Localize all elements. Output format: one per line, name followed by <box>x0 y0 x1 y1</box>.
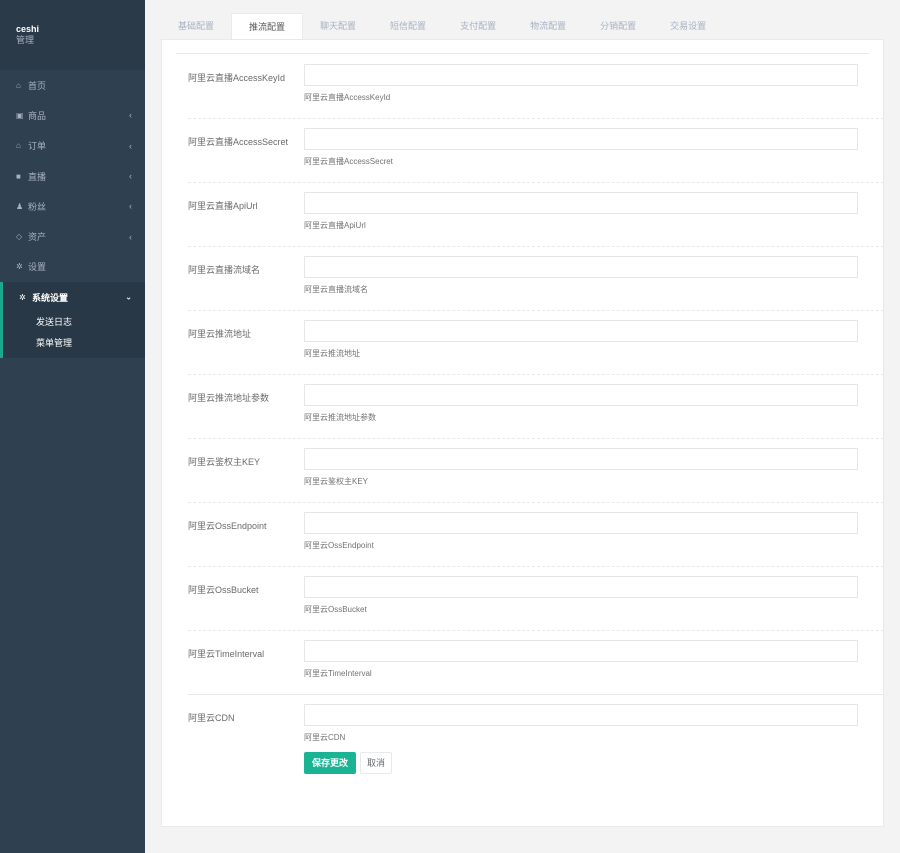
push-url-input[interactable] <box>304 320 858 342</box>
save-button[interactable]: 保存更改 <box>304 752 357 774</box>
sidebar: ceshi 管理 ⌂ 首页 ▣ 商品 ‹ ⌂ 订单 ‹ ■ 直播 ‹ ♟ 粉丝 … <box>0 0 145 853</box>
tab-bar: 基础配置 推流配置 聊天配置 短信配置 支付配置 物流配置 分销配置 交易设置 <box>161 13 723 41</box>
form-row: 阿里云CDN 阿里云CDN <box>188 695 870 759</box>
sidebar-item-home[interactable]: ⌂ 首页 <box>0 70 145 100</box>
form-actions: 保存更改 取消 <box>304 752 393 774</box>
submenu-item-menu-manage[interactable]: 菜单管理 <box>3 333 145 354</box>
cdn-input[interactable] <box>304 704 858 726</box>
field-label: 阿里云直播AccessKeyId <box>188 73 286 83</box>
user-icon: ♟ <box>16 201 24 211</box>
field-label: 阿里云推流地址参数 <box>188 393 270 403</box>
access-secret-input[interactable] <box>304 128 858 150</box>
form-row: 阿里云鉴权主KEY 阿里云鉴权主KEY <box>188 439 884 503</box>
chevron-left-icon: ‹ <box>129 171 132 182</box>
sidebar-item-settings[interactable]: ✲ 设置 <box>0 252 145 282</box>
profile-role: 管理 <box>16 35 35 45</box>
settings-panel: 阿里云直播AccessKeyId 阿里云直播AccessKeyId 阿里云直播A… <box>161 39 884 827</box>
form-row: 阿里云OssBucket 阿里云OssBucket <box>188 567 884 631</box>
access-key-id-input[interactable] <box>304 64 858 86</box>
field-help: 阿里云直播AccessKeyId <box>304 93 391 102</box>
tab-stream-config[interactable]: 推流配置 <box>231 13 304 41</box>
field-help: 阿里云OssEndpoint <box>304 541 374 550</box>
sidebar-item-label: 直播 <box>28 171 47 182</box>
field-help: 阿里云CDN <box>304 733 346 742</box>
video-icon: ■ <box>16 171 21 181</box>
oss-bucket-input[interactable] <box>304 576 858 598</box>
diamond-icon: ◇ <box>16 232 23 242</box>
field-help: 阿里云直播AccessSecret <box>304 157 393 166</box>
field-label: 阿里云鉴权主KEY <box>188 457 261 467</box>
sidebar-nav: ⌂ 首页 ▣ 商品 ‹ ⌂ 订单 ‹ ■ 直播 ‹ ♟ 粉丝 ‹ ◇ 资产 ‹ <box>0 70 145 359</box>
field-help: 阿里云鉴权主KEY <box>304 477 369 486</box>
field-help: 阿里云OssBucket <box>304 605 367 614</box>
chevron-down-icon: ⌄ <box>125 292 132 302</box>
time-interval-input[interactable] <box>304 640 858 662</box>
form-row: 阿里云OssEndpoint 阿里云OssEndpoint <box>188 503 884 567</box>
main-content: 基础配置 推流配置 聊天配置 短信配置 支付配置 物流配置 分销配置 交易设置 … <box>145 0 900 853</box>
tab-logistics-config[interactable]: 物流配置 <box>513 13 583 40</box>
sidebar-item-label: 资产 <box>28 232 47 243</box>
tab-payment-config[interactable]: 支付配置 <box>443 13 513 40</box>
field-label: 阿里云推流地址 <box>188 329 252 339</box>
gear-icon: ✲ <box>19 292 26 302</box>
push-url-params-input[interactable] <box>304 384 858 406</box>
tab-distribution-config[interactable]: 分销配置 <box>583 13 653 40</box>
field-help: 阿里云推流地址参数 <box>304 413 376 422</box>
gear-icon: ✲ <box>16 262 23 272</box>
field-help: 阿里云直播ApiUrl <box>304 221 366 230</box>
home-icon: ⌂ <box>16 80 21 90</box>
sidebar-item-label: 设置 <box>28 262 47 273</box>
bank-icon: ⌂ <box>16 141 21 151</box>
form-row: 阿里云直播AccessSecret 阿里云直播AccessSecret <box>188 119 884 183</box>
sidebar-item-label: 商品 <box>28 110 47 121</box>
field-label: 阿里云CDN <box>188 713 235 723</box>
form-row: 阿里云TimeInterval 阿里云TimeInterval <box>188 631 884 695</box>
sidebar-item-label: 系统设置 <box>32 292 69 303</box>
chevron-left-icon: ‹ <box>129 231 132 242</box>
tab-chat-config[interactable]: 聊天配置 <box>303 13 373 40</box>
field-help: 阿里云直播流域名 <box>304 285 368 294</box>
api-url-input[interactable] <box>304 192 858 214</box>
divider <box>176 53 869 54</box>
field-help: 阿里云推流地址 <box>304 349 360 358</box>
form-row: 阿里云直播AccessKeyId 阿里云直播AccessKeyId <box>188 55 884 119</box>
sidebar-item-product[interactable]: ▣ 商品 ‹ <box>0 100 145 130</box>
field-label: 阿里云直播ApiUrl <box>188 201 258 211</box>
sidebar-item-fans[interactable]: ♟ 粉丝 ‹ <box>0 191 145 221</box>
sidebar-item-order[interactable]: ⌂ 订单 ‹ <box>0 131 145 161</box>
sidebar-item-label: 首页 <box>28 80 47 91</box>
form-row: 阿里云推流地址 阿里云推流地址 <box>188 311 884 375</box>
field-label: 阿里云OssBucket <box>188 585 259 595</box>
field-label: 阿里云直播AccessSecret <box>188 137 289 147</box>
form-row: 阿里云推流地址参数 阿里云推流地址参数 <box>188 375 884 439</box>
tab-sms-config[interactable]: 短信配置 <box>373 13 443 40</box>
field-help: 阿里云TimeInterval <box>304 669 372 678</box>
oss-endpoint-input[interactable] <box>304 512 858 534</box>
cancel-button[interactable]: 取消 <box>360 752 393 774</box>
field-label: 阿里云OssEndpoint <box>188 521 267 531</box>
submenu: 发送日志 菜单管理 <box>3 312 145 358</box>
sidebar-item-label: 订单 <box>28 141 47 152</box>
sidebar-item-assets[interactable]: ◇ 资产 ‹ <box>0 221 145 251</box>
tab-basic-config[interactable]: 基础配置 <box>161 13 231 40</box>
form-row: 阿里云直播ApiUrl 阿里云直播ApiUrl <box>188 183 884 247</box>
product-icon: ▣ <box>16 110 24 120</box>
sidebar-item-live[interactable]: ■ 直播 ‹ <box>0 161 145 191</box>
sidebar-item-system-settings-header[interactable]: ✲ 系统设置 ⌄ <box>3 282 145 312</box>
tab-trade-settings[interactable]: 交易设置 <box>653 13 723 40</box>
chevron-left-icon: ‹ <box>129 201 132 212</box>
field-label: 阿里云直播流域名 <box>188 265 261 275</box>
sidebar-item-system-settings: ✲ 系统设置 ⌄ 发送日志 菜单管理 <box>0 282 145 359</box>
profile-name[interactable]: ceshi <box>16 24 145 35</box>
sidebar-item-label: 粉丝 <box>28 201 47 212</box>
auth-key-input[interactable] <box>304 448 858 470</box>
submenu-item-send-log[interactable]: 发送日志 <box>3 312 145 333</box>
field-label: 阿里云TimeInterval <box>188 649 265 659</box>
chevron-left-icon: ‹ <box>129 140 132 151</box>
profile: ceshi 管理 <box>0 0 145 70</box>
stream-domain-input[interactable] <box>304 256 858 278</box>
chevron-left-icon: ‹ <box>129 110 132 121</box>
form-row: 阿里云直播流域名 阿里云直播流域名 <box>188 247 884 311</box>
